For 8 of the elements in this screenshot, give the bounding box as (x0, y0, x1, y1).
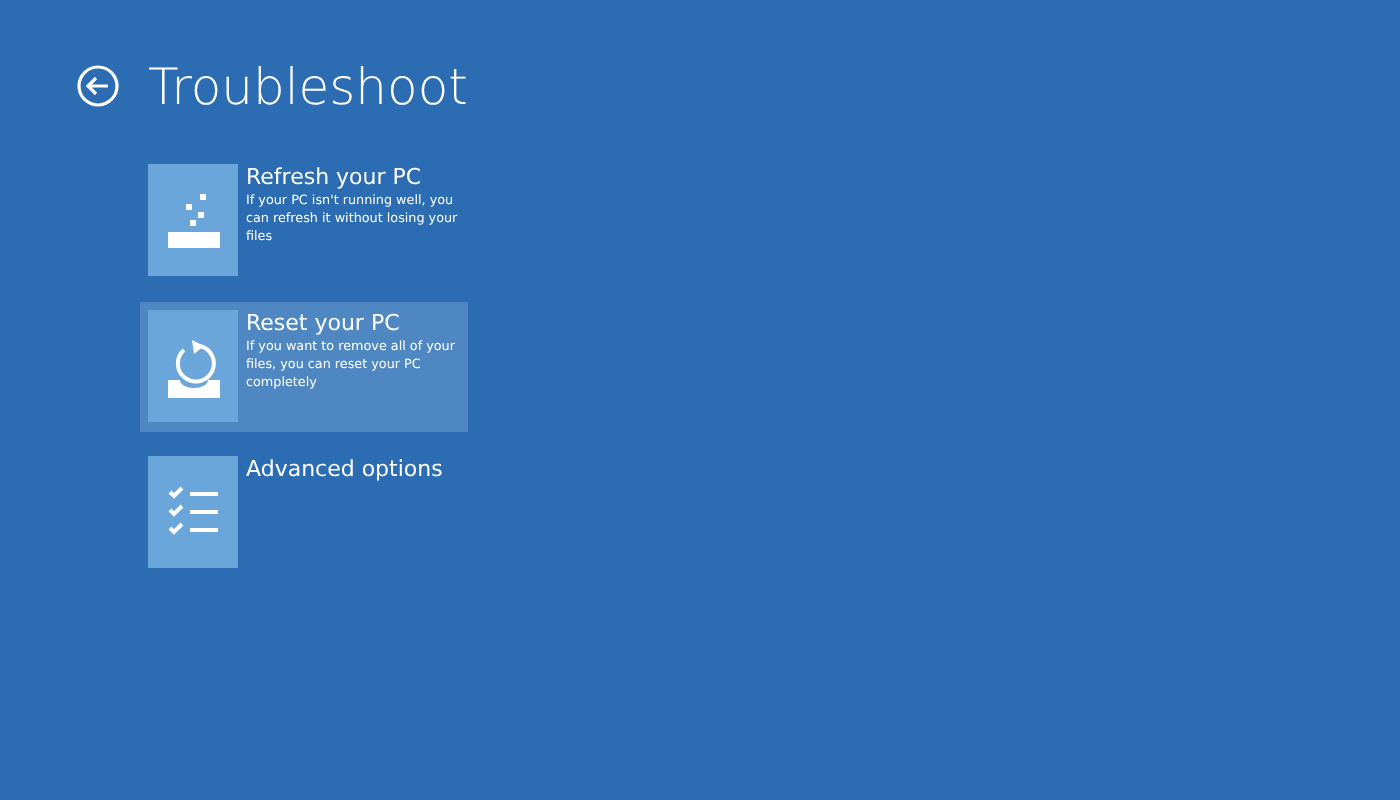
back-button[interactable] (76, 64, 120, 108)
option-item[interactable]: Advanced options (140, 448, 468, 578)
option-title: Reset your PC (246, 310, 402, 336)
option-title: Refresh your PC (246, 164, 424, 190)
page-title: Troubleshoot (148, 61, 468, 111)
option-title: Advanced options (246, 456, 443, 482)
checklist-icon (167, 486, 219, 538)
refresh-icon (165, 188, 221, 252)
